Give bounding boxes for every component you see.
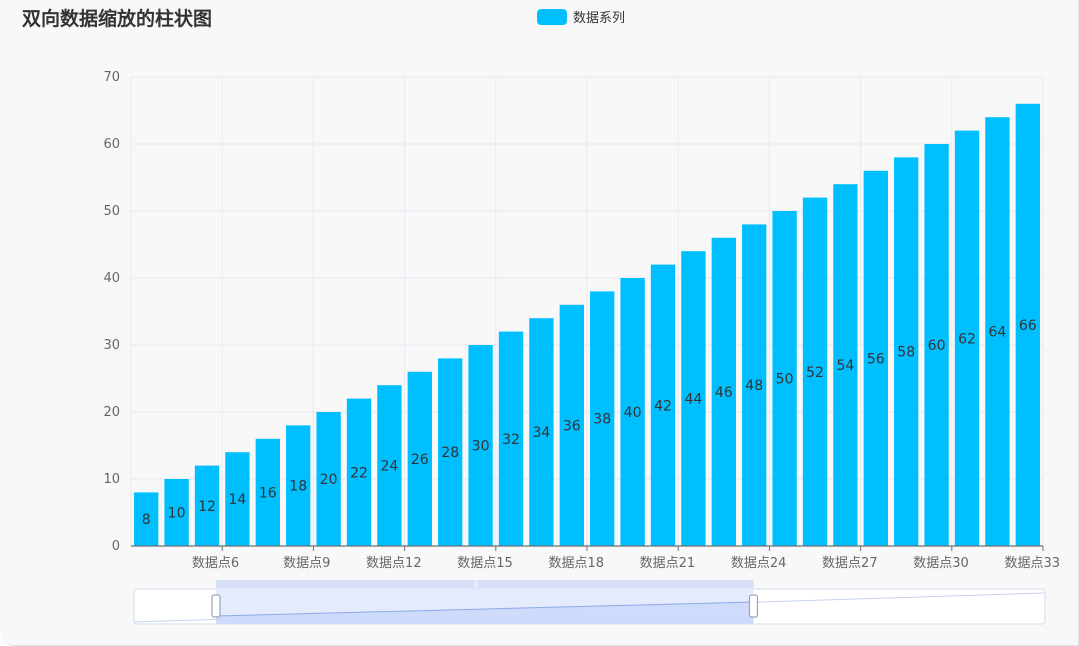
bar-value-label: 48 bbox=[745, 378, 763, 394]
zoom-end-handle[interactable] bbox=[748, 594, 759, 618]
bar-value-label: 60 bbox=[928, 338, 946, 354]
x-axis: 数据点6 数据点9 数据点12 数据点15 数据点18 数据点21 数据点24 数据点27 数据… bbox=[131, 545, 1060, 571]
y-tick-label: 30 bbox=[103, 338, 120, 353]
bar-value-label: 30 bbox=[472, 439, 490, 455]
data-zoom-slider: ⦀ bbox=[133, 580, 1046, 625]
bar-value-label: 10 bbox=[168, 506, 186, 522]
zoom-move-grip-icon: ⦀ bbox=[475, 580, 479, 589]
bar-value-label: 38 bbox=[593, 412, 611, 428]
x-tick-label: 数据点9 bbox=[283, 556, 330, 571]
bar-value-label: 66 bbox=[1019, 318, 1037, 334]
bar-value-label: 34 bbox=[532, 425, 550, 441]
y-tick-label: 0 bbox=[112, 539, 120, 554]
zoom-move-bar[interactable] bbox=[215, 580, 754, 588]
bar-chart: 0 10 20 30 40 50 60 70 8 10 12 14 16 18 20 22 24 26 28 30 3… bbox=[103, 70, 1060, 625]
y-tick-label: 20 bbox=[103, 405, 120, 420]
bar-value-label: 12 bbox=[198, 499, 216, 515]
bar-value-label: 28 bbox=[441, 445, 459, 461]
x-tick-label: 数据点30 bbox=[913, 556, 969, 571]
bar-value-label: 62 bbox=[958, 331, 976, 347]
bar-value-label: 18 bbox=[289, 479, 307, 495]
bar-value-label: 36 bbox=[563, 418, 581, 434]
bar-value-label: 22 bbox=[350, 465, 368, 481]
bar-value-label: 42 bbox=[654, 398, 672, 414]
bar-value-label: 64 bbox=[988, 325, 1006, 341]
x-tick-label: 数据点21 bbox=[640, 556, 696, 571]
bar-value-label: 54 bbox=[836, 358, 854, 374]
bar-value-label: 24 bbox=[380, 459, 398, 475]
bar-value-label: 26 bbox=[411, 452, 429, 468]
y-tick-label: 50 bbox=[103, 204, 120, 219]
x-tick-label: 数据点27 bbox=[822, 556, 878, 571]
chart-panel: 双向数据缩放的柱状图 数据系列 0 10 20 30 40 50 60 70 8 10 12 14 1… bbox=[0, 0, 1079, 646]
bar-value-label: 8 bbox=[142, 512, 151, 528]
y-tick-label: 10 bbox=[103, 472, 120, 487]
bar-value-label: 16 bbox=[259, 485, 277, 501]
y-tick-label: 40 bbox=[103, 271, 120, 286]
x-tick-label: 数据点24 bbox=[731, 556, 787, 571]
bar-value-label: 20 bbox=[320, 472, 338, 488]
bar-value-label: 58 bbox=[897, 345, 915, 361]
bar-value-label: 56 bbox=[867, 351, 885, 367]
x-tick-label: 数据点12 bbox=[366, 556, 422, 571]
y-axis: 0 10 20 30 40 50 60 70 bbox=[103, 70, 120, 554]
x-tick-label: 数据点6 bbox=[192, 556, 239, 571]
y-tick-label: 70 bbox=[103, 70, 120, 85]
bar-value-label: 14 bbox=[228, 492, 246, 508]
bar-value-label: 46 bbox=[715, 385, 733, 401]
bar-value-label: 52 bbox=[806, 365, 824, 381]
bar-value-label: 32 bbox=[502, 432, 520, 448]
x-tick-label: 数据点33 bbox=[1004, 556, 1060, 571]
x-tick-label: 数据点15 bbox=[457, 556, 513, 571]
x-tick-label: 数据点18 bbox=[548, 556, 604, 571]
zoom-start-handle[interactable] bbox=[211, 594, 221, 618]
bar-value-label: 44 bbox=[684, 392, 702, 408]
bar-value-label: 40 bbox=[624, 405, 642, 421]
y-tick-label: 60 bbox=[103, 137, 120, 152]
bar-value-label: 50 bbox=[776, 372, 794, 388]
